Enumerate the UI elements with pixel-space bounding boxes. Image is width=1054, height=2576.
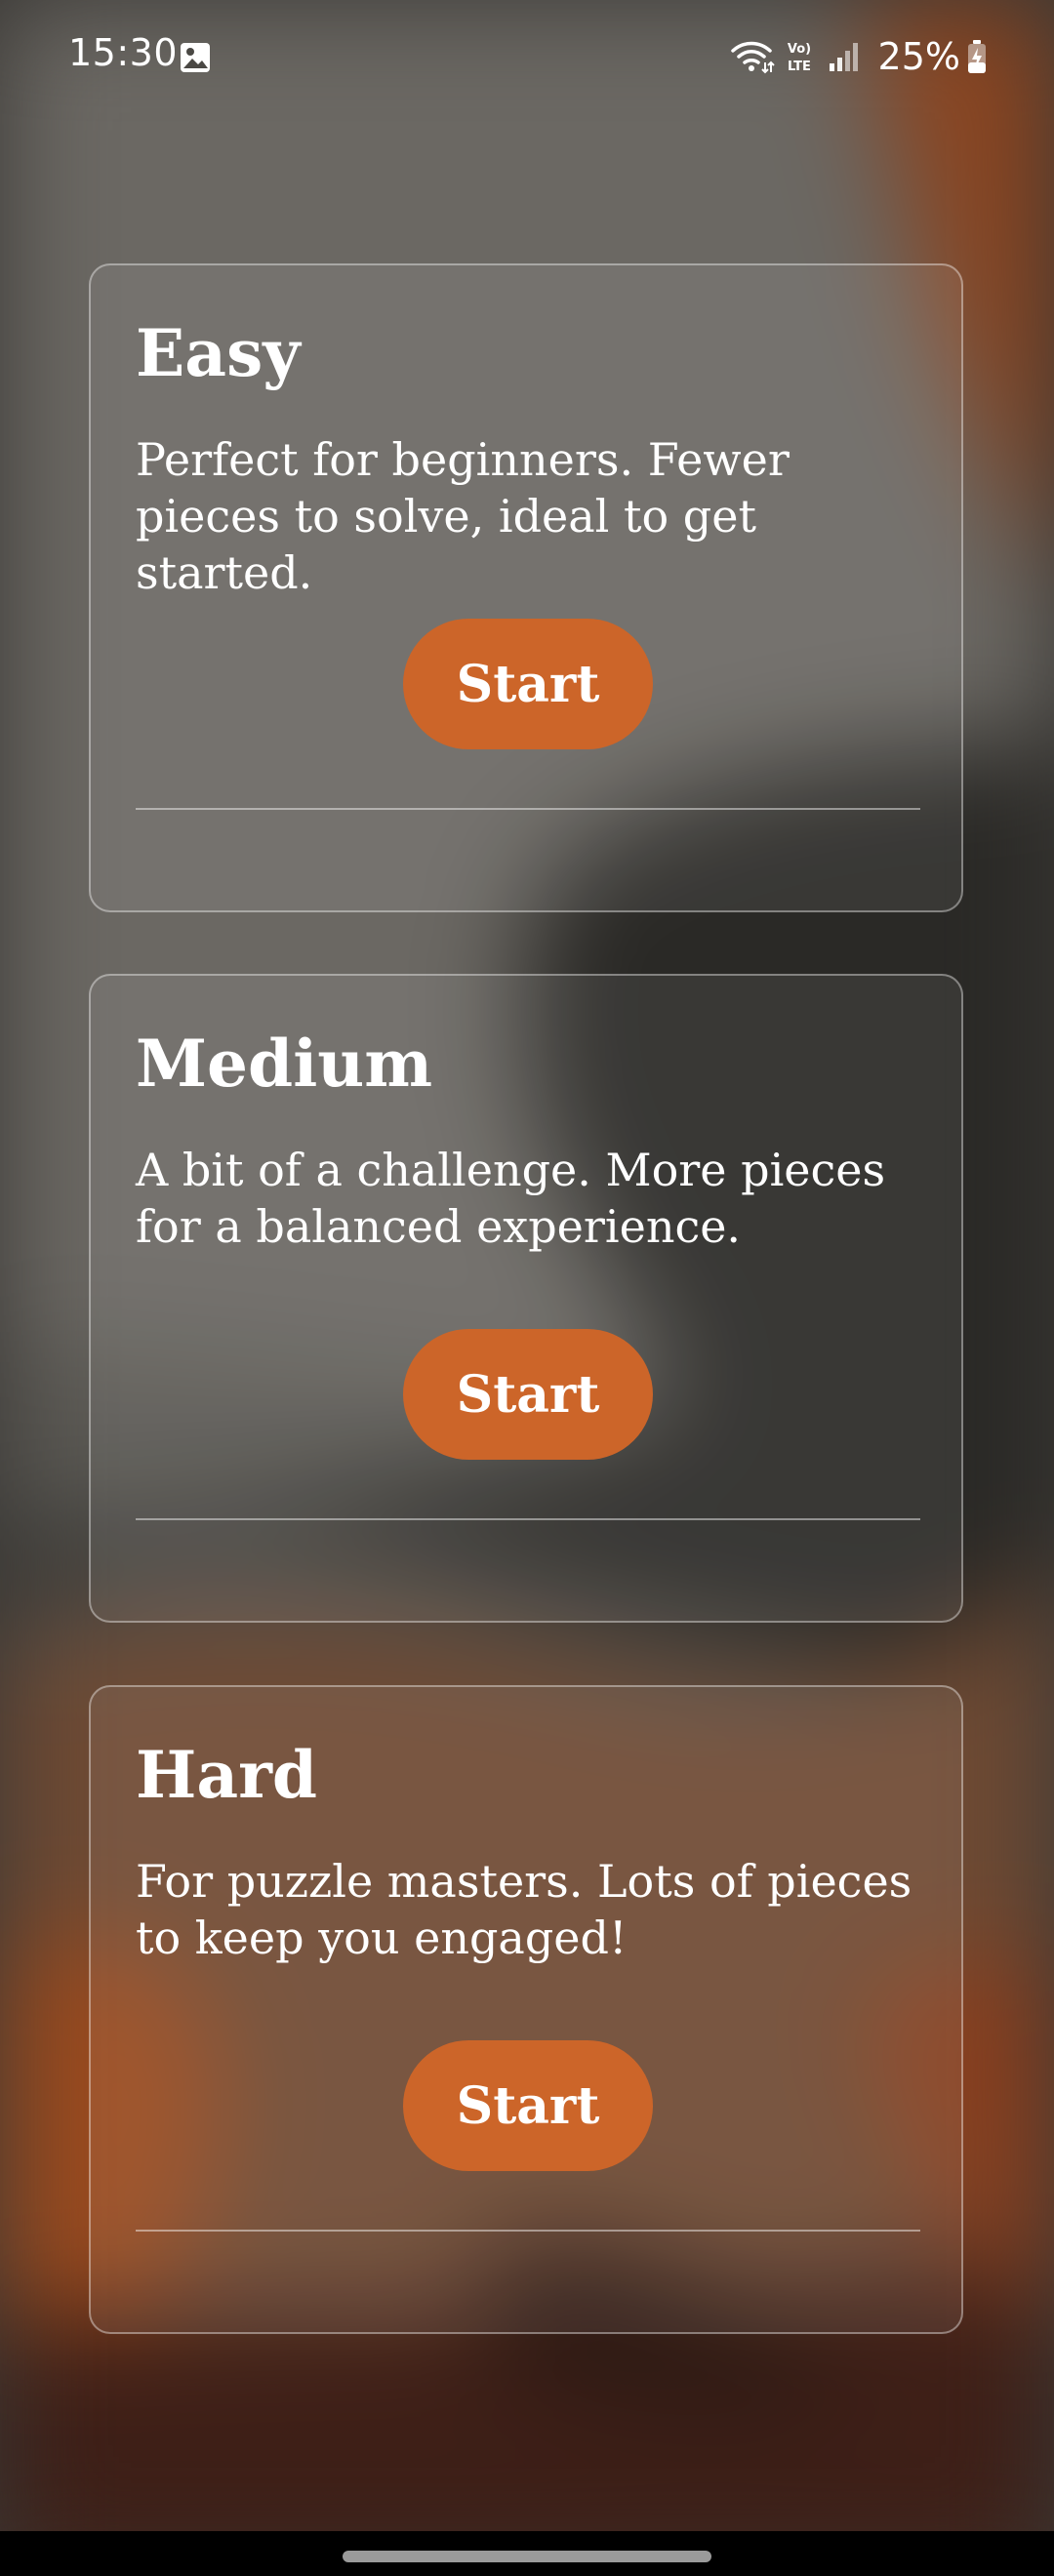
battery-percent: 25%	[877, 35, 960, 78]
svg-text:LTE: LTE	[788, 60, 811, 74]
signal-icon	[829, 43, 858, 71]
card-divider	[136, 2230, 920, 2232]
svg-text:Vo): Vo)	[787, 42, 810, 57]
difficulty-card-easy: Easy Perfect for beginners. Fewer pieces…	[89, 263, 963, 912]
start-hard-button[interactable]: Start	[403, 2040, 653, 2171]
card-title: Hard	[136, 1737, 318, 1813]
card-divider	[136, 1518, 920, 1520]
difficulty-card-medium: Medium A bit of a challenge. More pieces…	[89, 974, 963, 1623]
status-time: 15:30	[68, 31, 179, 74]
status-icons: Vo) LTE 25%	[730, 31, 988, 82]
card-divider	[136, 808, 920, 810]
navigation-bar	[0, 2531, 1054, 2576]
battery-charging-icon	[968, 40, 986, 73]
card-title: Medium	[136, 1026, 433, 1102]
start-medium-button[interactable]: Start	[403, 1329, 653, 1460]
status-bar: 15:30 Vo) LTE 25%	[0, 0, 1054, 113]
image-icon	[181, 43, 210, 72]
card-description: For puzzle masters. Lots of pieces to ke…	[136, 1855, 912, 1964]
wifi-icon	[730, 41, 775, 74]
card-description: Perfect for beginners. Fewer pieces to s…	[136, 433, 790, 599]
difficulty-card-hard: Hard For puzzle masters. Lots of pieces …	[89, 1685, 963, 2334]
card-title: Easy	[136, 315, 301, 391]
card-description: A bit of a challenge. More pieces for a …	[136, 1144, 886, 1253]
start-easy-button[interactable]: Start	[403, 619, 653, 749]
volte-icon: Vo) LTE	[787, 42, 811, 74]
home-gesture-handle[interactable]	[343, 2551, 711, 2562]
